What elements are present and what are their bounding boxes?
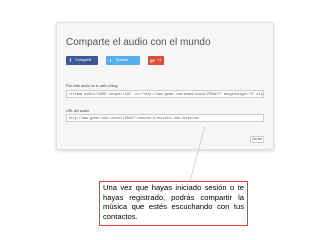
- share-dialog: Comparte el audio con el mundo f Compart…: [56, 22, 274, 150]
- twitter-share-label: Twittear: [115, 58, 129, 62]
- annotation-note: Una vez que hayas iniciado sesión o te h…: [99, 181, 248, 226]
- embed-code-field[interactable]: <iframe width="100%" height="110" src="h…: [66, 90, 264, 98]
- embed-code-label: Pon este audio en tu web o blog:: [66, 84, 119, 88]
- audio-url-field[interactable]: http://www.goear.com/listen/2f9b9f7/canc…: [66, 114, 264, 122]
- google-plus-icon: g+: [150, 58, 156, 63]
- facebook-share-label: Compartir: [75, 58, 92, 62]
- google-plus-share-label: +1: [157, 58, 162, 62]
- dialog-title: Comparte el audio con el mundo: [66, 37, 211, 48]
- facebook-share-button[interactable]: f Compartir: [66, 56, 98, 65]
- google-plus-share-button[interactable]: g+ +1: [148, 56, 164, 65]
- twitter-share-button[interactable]: t Twittear: [106, 56, 140, 65]
- close-button[interactable]: Cerrar: [250, 136, 264, 143]
- audio-url-label: URL del audio:: [66, 109, 90, 113]
- twitter-icon: t: [109, 58, 112, 63]
- facebook-icon: f: [69, 58, 72, 63]
